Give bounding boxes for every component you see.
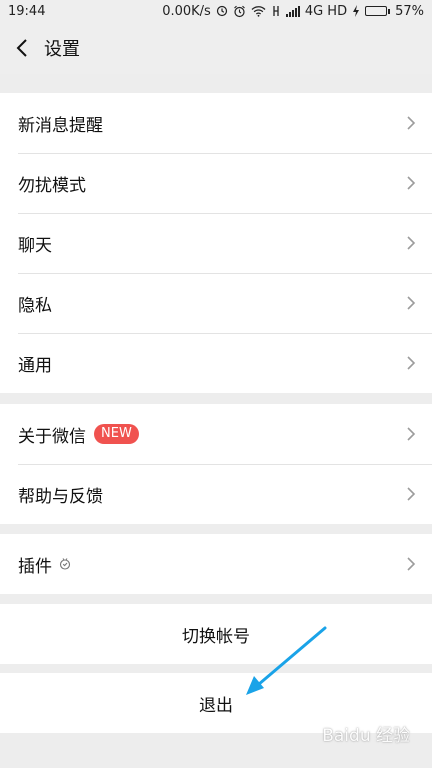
back-button[interactable] [0,22,44,74]
new-badge: NEW [94,424,139,444]
settings-row-about-wechat[interactable]: 关于微信 NEW [0,404,432,464]
settings-row-chat[interactable]: 聊天 [0,213,432,273]
settings-row-plugins[interactable]: 插件 [0,534,432,594]
chevron-right-icon [407,427,416,441]
status-right: 0.00K/s 4G HD 57% [162,4,424,19]
battery-icon [365,6,391,16]
chevron-right-icon [407,487,416,501]
status-time: 19:44 [8,3,46,19]
chevron-right-icon [407,116,416,130]
row-label: 新消息提醒 [18,115,103,136]
row-label: 帮助与反馈 [18,486,103,507]
chevron-right-icon [407,557,416,571]
row-label: 关于微信 [18,426,86,447]
chevron-right-icon [407,236,416,250]
status-speed: 0.00K/s [162,3,211,19]
row-label: 通用 [18,355,52,376]
switch-account-label: 切换帐号 [182,626,250,647]
signal-icon [285,5,300,17]
plugin-icon [59,558,71,570]
wifi-icon [251,5,266,17]
watermark: Baidu 经验 [322,726,410,746]
row-label: 聊天 [18,235,52,256]
sim-icon [271,5,281,17]
settings-group-plugins: 插件 [0,534,432,594]
settings-row-privacy[interactable]: 隐私 [0,273,432,333]
chevron-left-icon [16,39,27,57]
clock-icon [216,5,228,17]
header-bar: 设置 [0,22,432,74]
settings-group-main: 新消息提醒 勿扰模式 聊天 隐私 通用 [0,93,432,393]
switch-account-button[interactable]: 切换帐号 [0,604,432,664]
settings-row-help-feedback[interactable]: 帮助与反馈 [0,464,432,524]
alarm-icon [233,5,246,18]
charging-icon [352,5,360,17]
chevron-right-icon [407,296,416,310]
settings-row-general[interactable]: 通用 [0,333,432,393]
logout-label: 退出 [199,695,233,716]
row-label: 插件 [18,556,52,577]
battery-percent: 57% [395,3,424,19]
page-title: 设置 [44,39,80,60]
chevron-right-icon [407,176,416,190]
settings-row-new-message-notifications[interactable]: 新消息提醒 [0,93,432,153]
row-label: 隐私 [18,295,52,316]
row-label: 勿扰模式 [18,175,86,196]
status-bar: 19:44 0.00K/s 4G HD 57% [0,0,432,22]
settings-row-do-not-disturb[interactable]: 勿扰模式 [0,153,432,213]
chevron-right-icon [407,356,416,370]
status-network: 4G HD [304,3,348,19]
settings-group-about: 关于微信 NEW 帮助与反馈 [0,404,432,524]
